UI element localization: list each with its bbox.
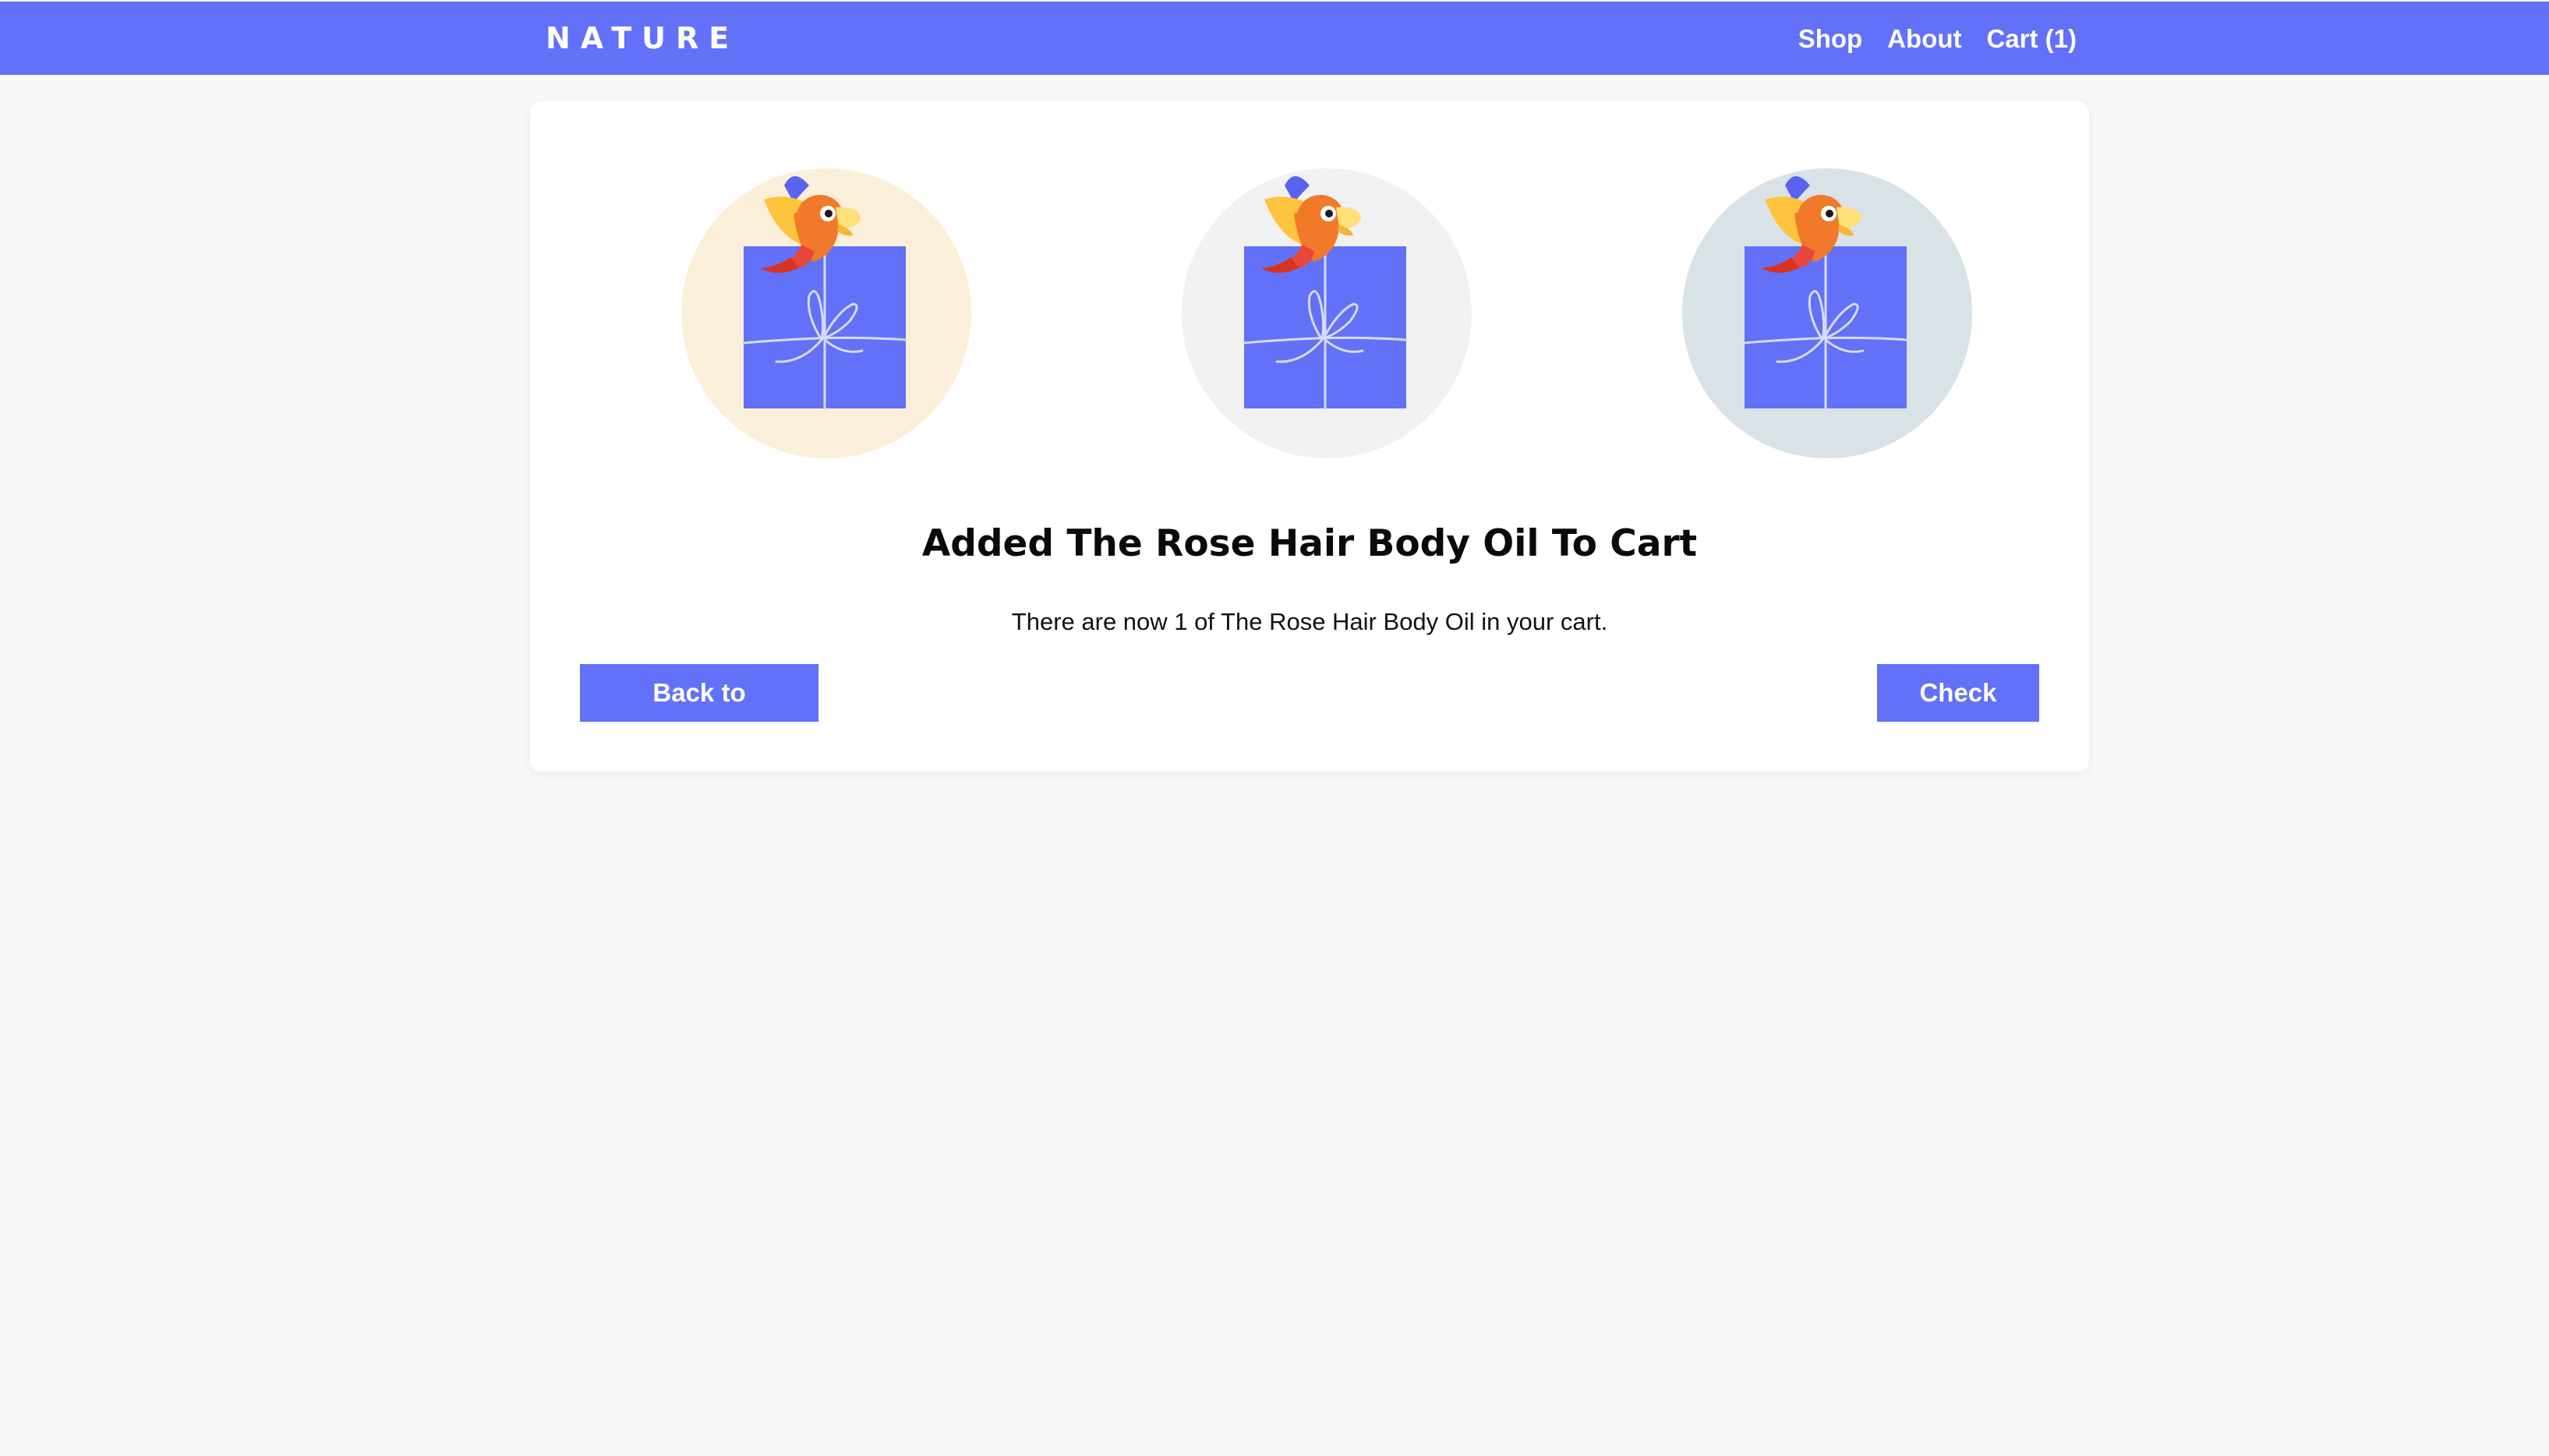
back-to-shopping-button[interactable]: Back to shopping <box>580 664 818 765</box>
nav-link-cart[interactable]: Cart (1) <box>1986 20 2077 58</box>
nav-link-about[interactable]: About <box>1887 20 1961 58</box>
nav-link-shop[interactable]: Shop <box>1798 20 1862 58</box>
confirmation-card: Added The Rose Hair Body Oil To Cart The… <box>530 101 2089 772</box>
product-image-3[interactable] <box>1678 159 1974 460</box>
product-image-1[interactable] <box>677 159 973 460</box>
parrot-on-gift-icon <box>1243 176 1408 410</box>
check-cart-button[interactable]: Check Cart <box>1877 664 2039 765</box>
brand-logo[interactable]: NATURE <box>546 19 739 58</box>
confirmation-message: There are now 1 of The Rose Hair Body Oi… <box>1011 608 1608 635</box>
main-nav: Shop About Cart (1) <box>1798 20 2077 58</box>
parrot-on-gift-icon <box>742 176 907 410</box>
product-image-2[interactable] <box>1177 159 1473 460</box>
product-image-gallery <box>530 101 2089 460</box>
parrot-on-gift-icon <box>1743 176 1908 410</box>
top-navigation-bar: NATURE Shop About Cart (1) <box>0 0 2549 75</box>
confirmation-title: Added The Rose Hair Body Oil To Cart <box>921 522 1698 565</box>
